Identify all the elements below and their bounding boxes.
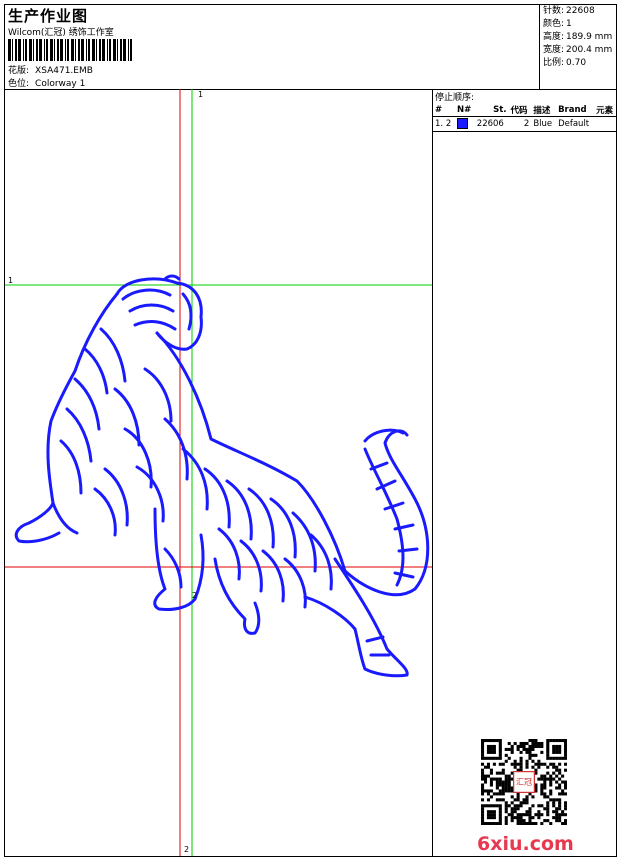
stat-height: 高度: 189.9 mm: [543, 32, 613, 42]
colorway-line: 色位: Colorway 1: [8, 76, 85, 89]
stop-sequence-table: # N# St. 代码 描述 Brand 元素 1. 2 22606 2 Blu…: [433, 104, 617, 130]
design-line: 花版: XSA471.EMB: [8, 63, 93, 76]
stat-scale: 比例: 0.70: [543, 58, 587, 68]
embroidery-preview: [5, 89, 432, 856]
color-swatch: [456, 118, 468, 129]
table-row: 1. 2 22606 2 Blue Default: [435, 118, 590, 129]
col-code: 代码: [508, 104, 532, 117]
stat-colors: 颜色: 1: [543, 19, 572, 29]
watermark-logo: 6xiu.com: [477, 833, 574, 855]
design-label: 花版:: [8, 66, 30, 76]
company-name: Wilcom(汇冠) 绣饰工作室: [8, 28, 114, 38]
colorway-value: Colorway 1: [35, 79, 86, 89]
tiger-embroidery-icon: [14, 274, 430, 678]
stop-sequence-panel: 停止顺序: # N# St. 代码 描述 Brand 元素 1. 2 22606: [432, 89, 617, 856]
stop-sequence-title: 停止顺序:: [435, 93, 475, 103]
worksheet-header: 生产作业图 Wilcom(汇冠) 绣饰工作室 花版: XSA471.EMB 色位:…: [5, 5, 616, 90]
col-element: 元素: [594, 104, 617, 117]
design-canvas: 1 1 2 2: [5, 89, 432, 856]
panel-divider: [433, 131, 617, 132]
table-header-row: # N# St. 代码 描述 Brand 元素: [433, 104, 617, 117]
col-index: #: [433, 104, 455, 117]
col-description: 描述: [531, 104, 557, 117]
col-stitches: St.: [474, 104, 509, 117]
page-title: 生产作业图: [8, 7, 89, 25]
qr-code-icon: 汇冠: [481, 739, 567, 825]
col-needle: N#: [454, 104, 475, 117]
stat-width: 宽度: 200.4 mm: [543, 45, 613, 55]
barcode-icon: [8, 39, 132, 61]
stat-stitches: 针数: 22608: [543, 6, 595, 16]
axis-label-left: 1: [8, 276, 14, 285]
svg-text:汇冠: 汇冠: [516, 777, 532, 786]
colorway-label: 色位:: [8, 79, 30, 89]
stats-panel: 针数: 22608 颜色: 1 高度: 189.9 mm 宽度: 200.4 mm 比例…: [539, 5, 617, 89]
production-worksheet: 生产作业图 Wilcom(汇冠) 绣饰工作室 花版: XSA471.EMB 色位:…: [4, 4, 617, 857]
axis-label-bottom: 2: [184, 845, 190, 854]
design-value: XSA471.EMB: [35, 66, 93, 76]
axis-label-center: 2: [192, 591, 198, 600]
col-brand: Brand: [556, 104, 595, 117]
axis-label-top: 1: [198, 90, 204, 99]
